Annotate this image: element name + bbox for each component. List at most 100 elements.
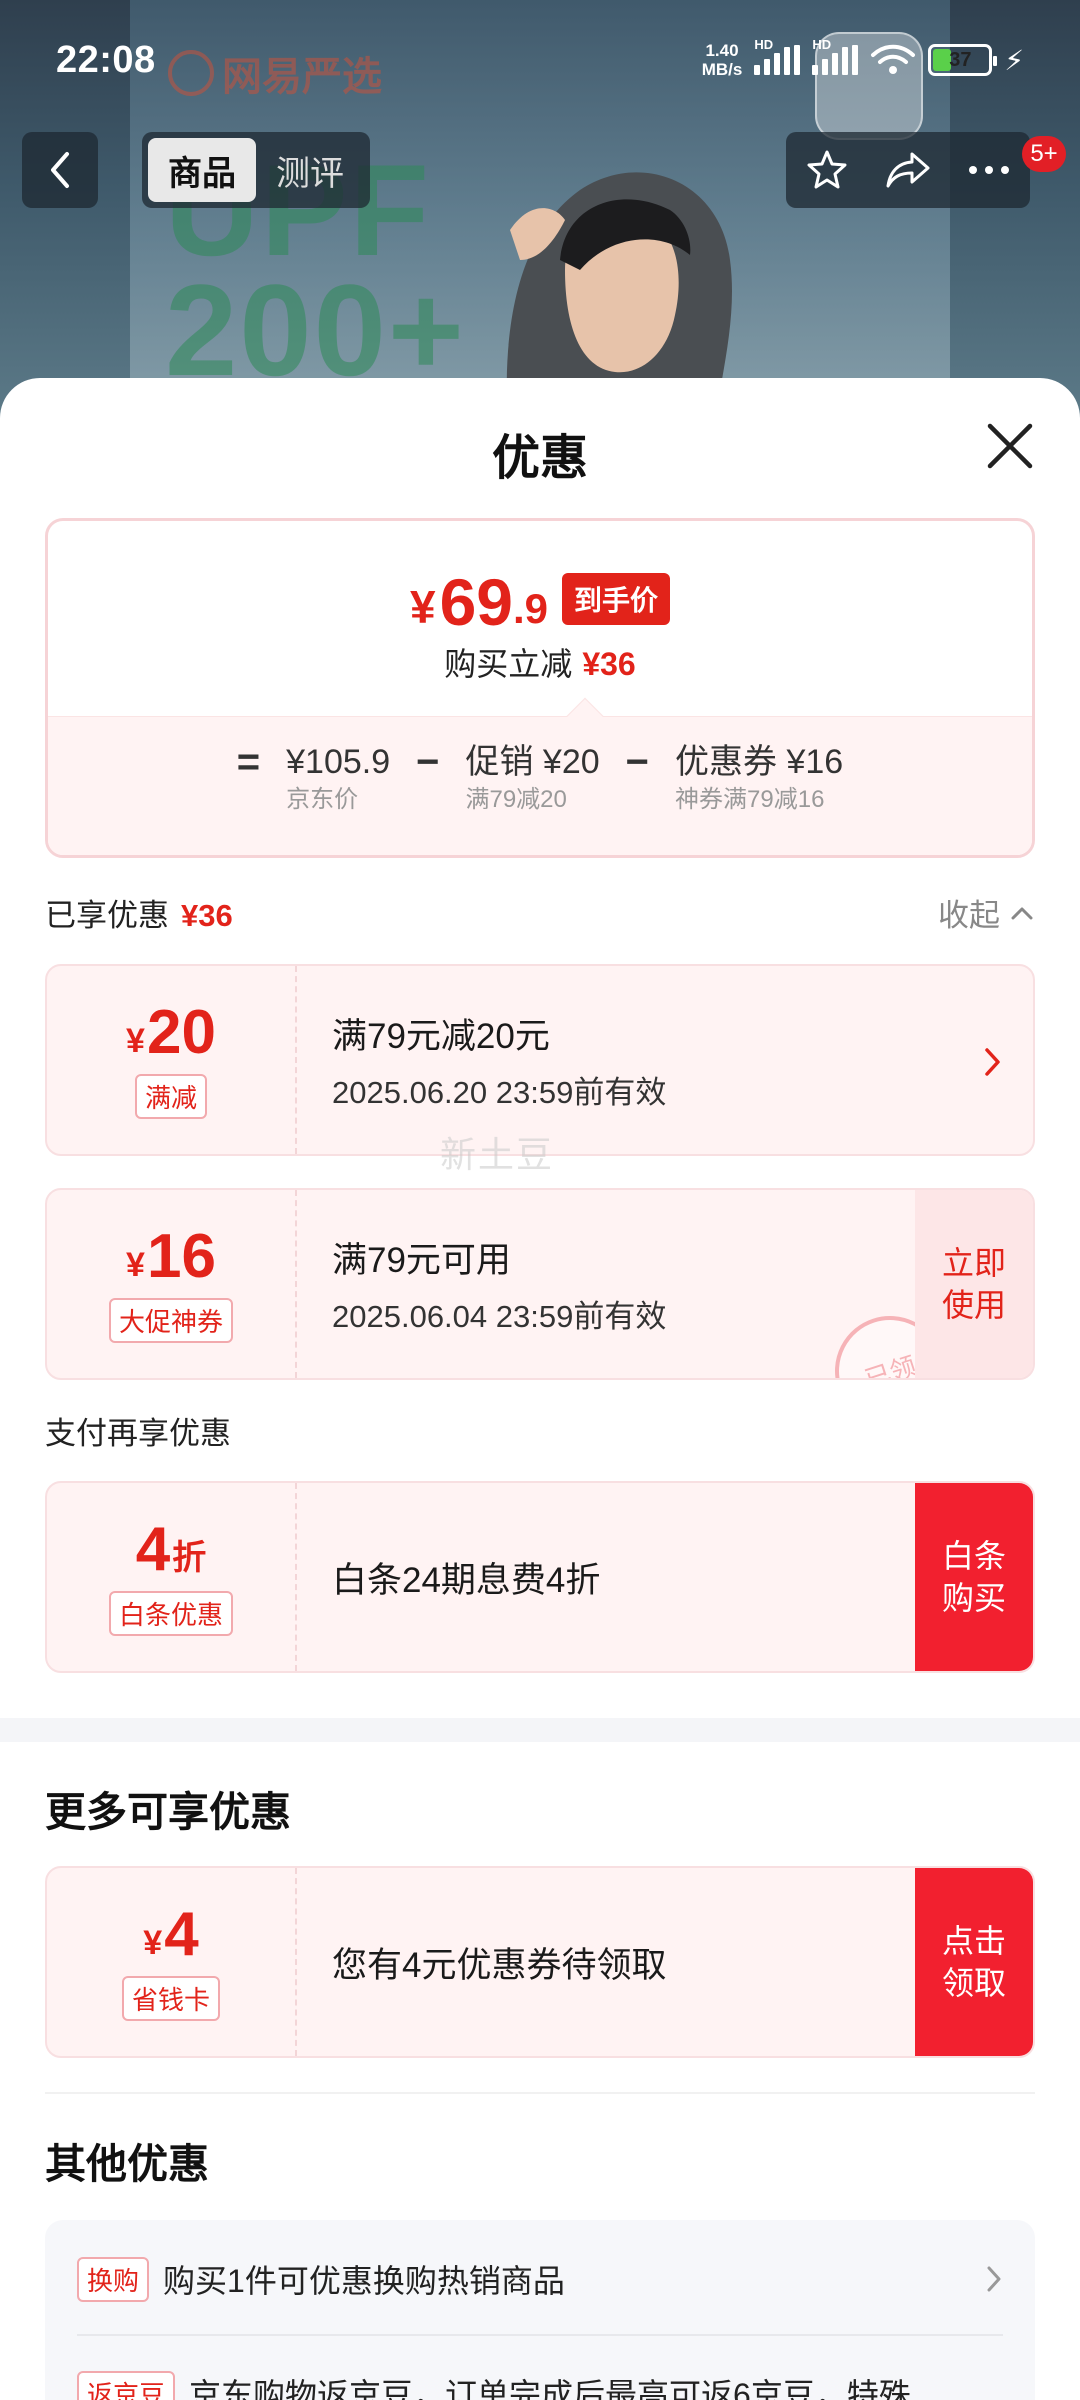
charging-icon: ⚡ xyxy=(1004,44,1024,76)
coupon-value-section: ¥ 4 省钱卡 xyxy=(47,1868,297,2056)
battery-level: 37 xyxy=(949,48,972,71)
price-summary-top: ¥ 69 .9 到手价 购买立减 ¥36 xyxy=(48,521,1032,716)
coupon-type-tag: 省钱卡 xyxy=(121,1975,220,2021)
coupon-value-section: ¥ 16 大促神券 xyxy=(47,1190,297,1378)
watermark: 新土豆 xyxy=(440,1134,555,1175)
header-actions xyxy=(786,132,1030,208)
coupon-type-tag: 白条优惠 xyxy=(108,1590,233,1636)
collapse-label: 收起 xyxy=(938,898,1000,933)
network-speed: 1.40 MB/s xyxy=(702,41,743,79)
other-offer-text: 购买1件可优惠换购热销商品 xyxy=(163,2263,565,2299)
breakdown-operator: − xyxy=(416,740,440,784)
coupon-amount: 4 折 xyxy=(135,1514,207,1584)
coupon-unit: 折 xyxy=(172,1538,207,1577)
final-price-integer: 69 xyxy=(439,565,513,639)
other-offer-trade-in[interactable]: 换购 购买1件可优惠换购热销商品 xyxy=(77,2224,1003,2334)
coupon-title: 您有4元优惠券待领取 xyxy=(332,1945,667,1985)
enjoyed-amount: ¥36 xyxy=(181,898,233,933)
collapse-button[interactable]: 收起 xyxy=(938,890,1034,935)
baitiao-buy-button[interactable]: 白条 购买 xyxy=(915,1483,1033,1671)
network-speed-value: 1.40 xyxy=(705,41,739,60)
use-now-button[interactable]: 立即 使用 xyxy=(915,1190,1033,1378)
notification-badge: 5+ xyxy=(1022,136,1066,172)
other-offers-card: 换购 购买1件可优惠换购热销商品 返京豆 京东购物返京豆，订单完成后最高可返6京… xyxy=(45,2220,1035,2400)
coupon-title: 白条24期息费4折 xyxy=(332,1560,601,1600)
breakdown-label: 神券满79减16 xyxy=(675,786,825,813)
coupon-promo-voucher: ¥ 16 大促神券 满79元可用 2025.06.04 23:59前有效 已领 … xyxy=(45,1188,1035,1380)
final-price-decimal: .9 xyxy=(512,585,549,632)
coupon-type-tag: 大促神券 xyxy=(108,1297,233,1343)
divider xyxy=(45,2092,1035,2094)
star-icon xyxy=(807,150,847,189)
coupon-title: 满79元可用 xyxy=(332,1241,511,1280)
sheet-title: 优惠 xyxy=(491,432,588,485)
more-button[interactable] xyxy=(959,140,1019,200)
coupon-details: 满79元可用 2025.06.04 23:59前有效 xyxy=(332,1190,666,1378)
final-price: ¥ 69 .9 xyxy=(410,569,548,635)
discount-sheet: 优惠 ¥ 69 .9 到手价 购买立减 ¥36 = ¥105.9 京东价 − 促… xyxy=(0,378,1080,2400)
chevron-right-icon xyxy=(987,2266,1001,2292)
final-price-currency: ¥ xyxy=(409,581,436,633)
price-breakdown-row: = ¥105.9 京东价 − 促销 ¥20 满79减20 − 优惠券 ¥16 神… xyxy=(48,739,1032,815)
other-offer-divider xyxy=(77,2334,1003,2336)
other-offer-tag: 返京豆 xyxy=(77,2370,176,2400)
tab-product[interactable]: 商品 xyxy=(148,138,256,202)
coupon-amount-number: 20 xyxy=(146,997,216,1067)
favorite-button[interactable] xyxy=(797,140,857,200)
more-dots-icon xyxy=(969,166,1010,174)
coupon-value-section: 4 折 白条优惠 xyxy=(47,1483,297,1671)
battery-icon: 37 xyxy=(928,44,998,76)
coupon-validity: 2025.06.04 23:59前有效 xyxy=(332,1299,667,1334)
other-offer-tag: 换购 xyxy=(77,2256,150,2302)
breakdown-operator: = xyxy=(236,740,261,784)
signal-hd-label: HD xyxy=(754,37,774,52)
other-offer-jingdou[interactable]: 返京豆 京东购物返京豆，订单完成后最高可返6京豆，特殊 xyxy=(77,2338,1003,2400)
breakdown-item-promotion: 促销 ¥20 满79减20 xyxy=(465,739,599,815)
instant-discount-amount: ¥36 xyxy=(582,646,636,682)
coupon-amount-number: 4 xyxy=(135,1514,171,1584)
hero-text-line2: 200+ xyxy=(165,257,466,403)
coupon-amount: ¥ 20 xyxy=(126,997,216,1067)
wifi-icon xyxy=(871,44,916,74)
back-arrow-icon xyxy=(51,152,69,188)
enjoyed-label-text: 已享优惠 xyxy=(45,898,169,933)
pay-section-label: 支付再享优惠 xyxy=(45,1416,231,1451)
battery-fill xyxy=(933,49,951,71)
breakdown-label: 满79减20 xyxy=(465,786,567,813)
breakdown-item-coupon: 优惠券 ¥16 神券满79减16 xyxy=(675,739,843,815)
coupon-amount: ¥ 4 xyxy=(143,1899,199,1969)
back-button[interactable] xyxy=(22,132,98,208)
coupon-value-section: ¥ 20 满减 xyxy=(47,966,297,1154)
product-tabs: 商品 测评 xyxy=(142,132,370,208)
claim-coupon-button[interactable]: 点击 领取 xyxy=(915,1868,1033,2056)
other-offers-title: 其他优惠 xyxy=(45,2141,209,2187)
breakdown-value: ¥105.9 xyxy=(286,743,391,781)
more-offers-title: 更多可享优惠 xyxy=(45,1789,291,1835)
breakdown-value: 优惠券 ¥16 xyxy=(675,743,844,781)
other-offer-text: 京东购物返京豆，订单完成后最高可返6京豆，特殊 xyxy=(189,2377,911,2400)
close-button[interactable] xyxy=(982,418,1038,474)
final-price-tag: 到手价 xyxy=(562,573,671,625)
price-breakdown: = ¥105.9 京东价 − 促销 ¥20 满79减20 − 优惠券 ¥16 神… xyxy=(48,716,1032,855)
coupon-details: 您有4元优惠券待领取 xyxy=(332,1868,666,2056)
coupon-amount-number: 4 xyxy=(164,1899,199,1969)
coupon-baitiao: 4 折 白条优惠 白条24期息费4折 白条 购买 xyxy=(45,1481,1035,1673)
coupon-details: 白条24期息费4折 xyxy=(332,1483,600,1671)
coupon-currency: ¥ xyxy=(126,1021,145,1060)
enjoyed-discount-label: 已享优惠 ¥36 xyxy=(45,890,233,935)
breakdown-operator: − xyxy=(625,740,650,784)
clock: 22:08 xyxy=(56,38,156,81)
status-bar: 22:08 1.40 MB/s HD HD 37 ⚡ xyxy=(0,0,1080,120)
signal-icon-2: HD xyxy=(812,37,859,75)
breakdown-label: 京东价 xyxy=(286,786,359,813)
coupon-savings-card: ¥ 4 省钱卡 您有4元优惠券待领取 点击 领取 xyxy=(45,1866,1035,2058)
tab-review[interactable]: 测评 xyxy=(256,138,364,202)
coupon-validity: 2025.06.20 23:59前有效 xyxy=(332,1075,667,1110)
coupon-currency: ¥ xyxy=(143,1923,163,1962)
price-summary-card: ¥ 69 .9 到手价 购买立减 ¥36 = ¥105.9 京东价 − 促销 ¥2… xyxy=(45,518,1035,858)
breakdown-value: 促销 ¥20 xyxy=(465,743,600,781)
status-icons: 1.40 MB/s HD HD 37 ⚡ xyxy=(702,37,1024,79)
share-button[interactable] xyxy=(878,140,938,200)
section-gap xyxy=(0,1718,1080,1742)
signal-icon: HD xyxy=(754,37,801,75)
